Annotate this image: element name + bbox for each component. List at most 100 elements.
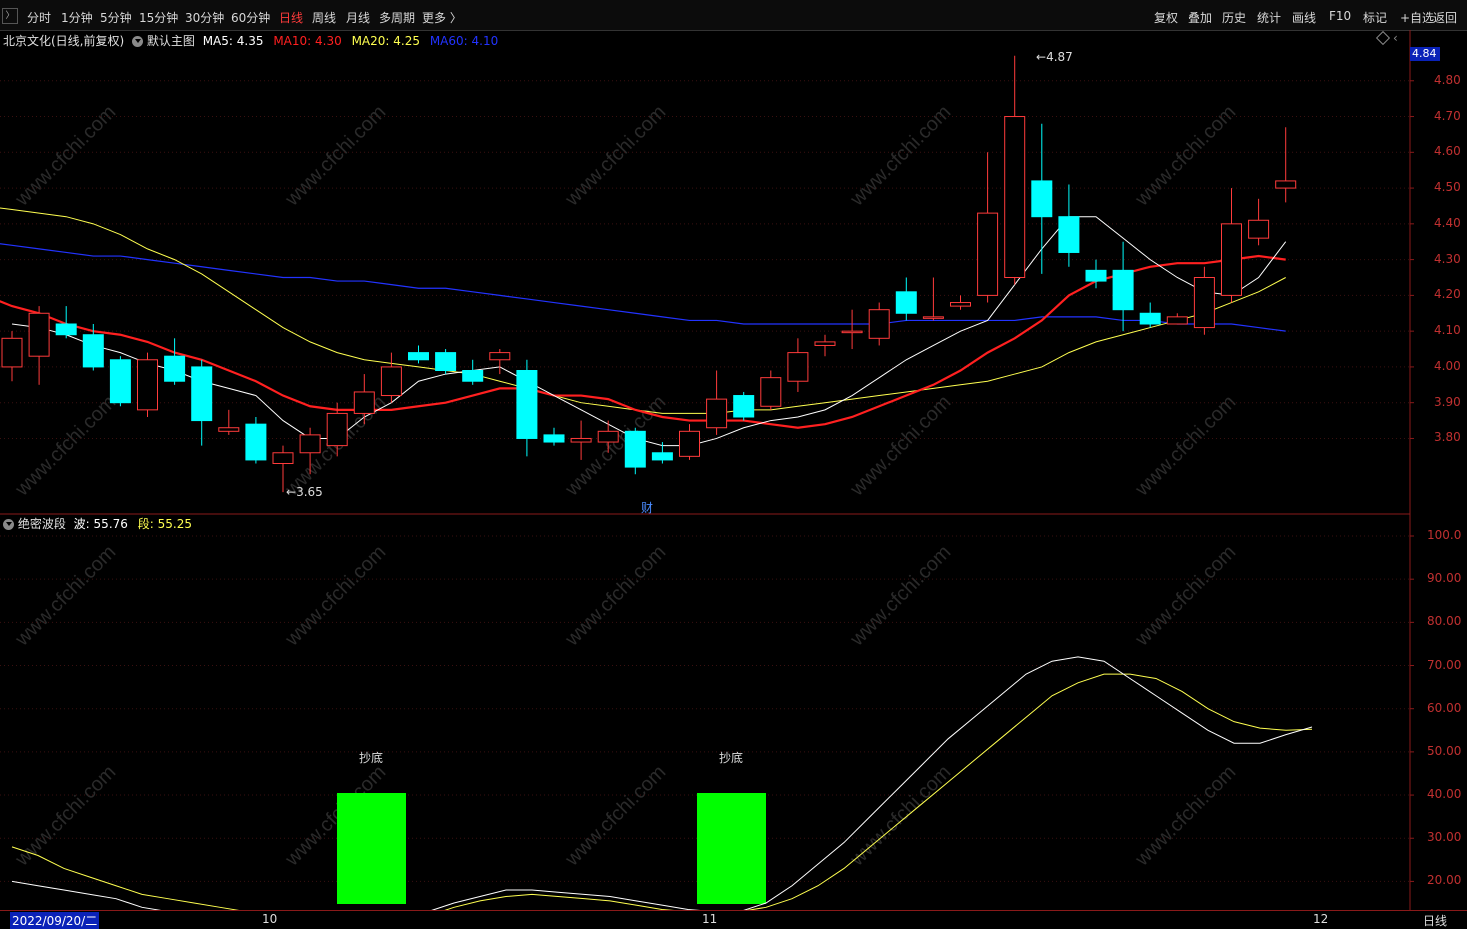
candle-body [1248, 219, 1270, 239]
ma10-value: 4.30 [315, 34, 342, 48]
template-dropdown-icon[interactable] [132, 36, 144, 47]
watermark-text: www.cfchi.com [561, 541, 671, 651]
candle-body [191, 366, 213, 422]
wave-line [11, 656, 1313, 925]
candle-body [164, 355, 186, 382]
segment-line [11, 673, 1313, 925]
price-tick-label: 4.30 [1434, 251, 1461, 266]
high-annotation: ←4.87 [1036, 50, 1073, 64]
candle-body [353, 391, 375, 414]
watermark-text: www.cfchi.com [846, 101, 956, 211]
wave-value: 55.76 [93, 517, 128, 531]
watermark-text: www.cfchi.com [846, 391, 956, 501]
candle-body [597, 430, 619, 443]
last-price-tag: 4.84 [1410, 47, 1440, 61]
month-label: 11 [702, 912, 718, 926]
candle-body [733, 395, 755, 418]
indicator-dropdown-icon[interactable] [3, 519, 14, 530]
candle-body [1166, 316, 1188, 325]
price-tick-label: 4.10 [1434, 323, 1461, 338]
low-annotation: ←3.65 [286, 485, 323, 499]
candle-body [1275, 180, 1297, 189]
watermark-text: www.cfchi.com [561, 761, 671, 871]
ma60-label: MA60: [429, 34, 468, 48]
ma10-label: MA10: [273, 34, 312, 48]
date-axis: 2022/09/20/二 10 11 12 日线 [0, 910, 1467, 929]
signal-bar [697, 793, 766, 904]
ma20-label: MA20: [351, 34, 390, 48]
candle-body [28, 312, 50, 357]
candle-body [245, 423, 267, 461]
signal-label-1: 抄底 [719, 751, 744, 765]
candle-body [109, 359, 131, 404]
price-tick-label: 4.20 [1434, 287, 1461, 302]
candle-body [82, 334, 104, 368]
watermark-text: www.cfchi.com [846, 541, 956, 651]
candle-body [55, 323, 77, 336]
indicator-header: 绝密波段 波: 55.76 段: 55.25 [3, 515, 192, 532]
indicator-tick-label: 50.00 [1427, 743, 1462, 758]
candle-body [760, 377, 782, 407]
indicator-tick-label: 90.00 [1427, 571, 1462, 586]
template-name[interactable]: 默认主图 [147, 34, 195, 48]
candle-body [1193, 277, 1215, 329]
ma5-label: MA5: [202, 34, 233, 48]
candle-body [408, 352, 429, 361]
candle-body [137, 359, 158, 411]
chevron-left-icon[interactable]: ‹ [1393, 31, 1398, 45]
candle-body [814, 341, 836, 346]
ma60-line [0, 243, 1286, 332]
candle-body [489, 352, 511, 361]
candle-body [380, 366, 402, 397]
watermark-text: www.cfchi.com [11, 761, 121, 871]
price-tick-label: 4.80 [1434, 72, 1461, 87]
watermark-text: www.cfchi.com [1131, 541, 1241, 651]
price-tick-label: 4.00 [1434, 358, 1461, 373]
watermark-layer: www.cfchi.com www.cfchi.com www.cfchi.com w… [11, 101, 1241, 871]
indicator-tick-label: 100.0 [1427, 528, 1462, 542]
start-date: 2022/09/20/二 [10, 912, 100, 929]
price-tick-label: 4.40 [1434, 215, 1461, 230]
seg-value: 55.25 [157, 517, 192, 531]
candle-body [624, 430, 646, 468]
watermark-text: www.cfchi.com [1131, 391, 1241, 501]
financial-marker[interactable]: 财 [641, 499, 653, 516]
price-tick-label: 3.80 [1434, 430, 1461, 445]
candle-body [1085, 269, 1107, 282]
arrow-left-icon: ← [1036, 50, 1047, 64]
indicator-tick-label: 30.00 [1427, 830, 1462, 845]
period-label: 日线 [1423, 914, 1448, 928]
watermark-text: www.cfchi.com [561, 101, 671, 211]
candle-body [868, 309, 890, 339]
stock-title: 北京文化(日线,前复权) [3, 34, 125, 48]
ma60-value: 4.10 [471, 34, 499, 48]
candle-body [1058, 216, 1080, 253]
candle-body [570, 437, 592, 443]
watermark-text: www.cfchi.com [281, 541, 391, 651]
candle-body [841, 330, 863, 334]
candle-body [1112, 269, 1134, 311]
price-tick-label: 4.70 [1434, 108, 1461, 123]
indicator-tick-label: 80.00 [1427, 614, 1462, 629]
indicator-tick-label: 40.00 [1427, 787, 1462, 802]
candle-body [272, 452, 294, 464]
candle-body [787, 352, 809, 382]
watermark-text: www.cfchi.com [281, 101, 391, 211]
stock-chart[interactable]: www.cfchi.com www.cfchi.com www.cfchi.com w… [0, 0, 1467, 925]
candle-body [516, 370, 538, 439]
watermark-text: www.cfchi.com [846, 761, 956, 871]
candle-body [218, 427, 240, 432]
candle-body [543, 434, 565, 443]
watermark-text: www.cfchi.com [1131, 761, 1241, 871]
month-label: 10 [262, 912, 278, 926]
indicator-name[interactable]: 绝密波段 [18, 517, 66, 531]
candle-body [462, 370, 484, 382]
ma20-value: 4.25 [393, 34, 420, 48]
watermark-text: www.cfchi.com [11, 541, 121, 651]
arrow-left-icon: ← [286, 485, 297, 499]
month-label: 12 [1313, 912, 1329, 926]
candle-body [679, 430, 700, 457]
candle-body [895, 291, 917, 314]
wave-label: 波: [73, 517, 90, 531]
grid-lines [0, 30, 1414, 915]
